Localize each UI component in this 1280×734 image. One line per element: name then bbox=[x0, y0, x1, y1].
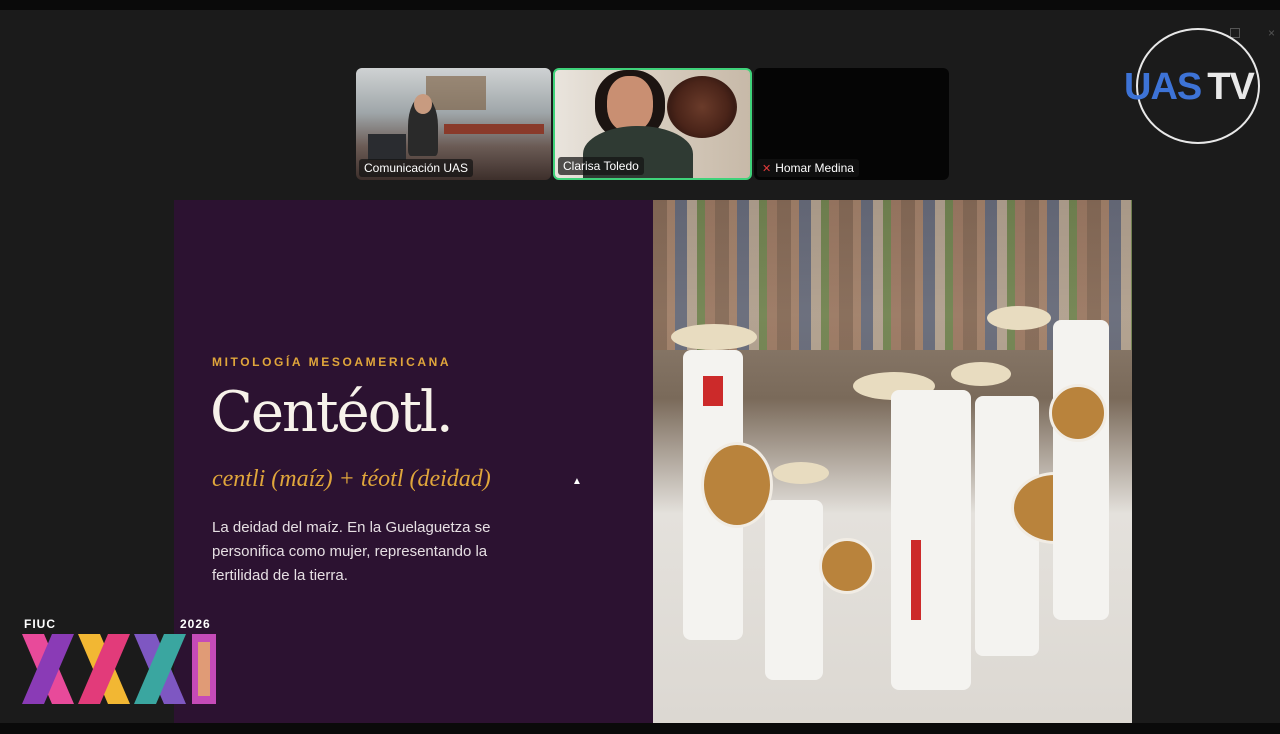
slide-text-panel bbox=[174, 200, 653, 723]
participant-head bbox=[414, 94, 432, 114]
mouse-cursor-icon: ▲ bbox=[572, 476, 582, 487]
dancer-figure bbox=[1053, 320, 1109, 620]
slide-subtitle: centli (maíz) + téotl (deidad) bbox=[212, 466, 491, 492]
mic-off-icon: ✕ bbox=[762, 163, 772, 175]
scarf-shape bbox=[911, 540, 921, 620]
desk-image bbox=[444, 124, 544, 134]
participant-name-label: Comunicación UAS bbox=[359, 159, 474, 177]
video-tile-homar-medina[interactable]: ✕ Homar Medina bbox=[754, 68, 949, 180]
slide-eyebrow: MITOLOGÍA MESOAMERICANA bbox=[212, 355, 452, 369]
drum-shape bbox=[701, 442, 773, 528]
participant-name-label: ✕ Homar Medina bbox=[757, 159, 859, 177]
hat-shape bbox=[671, 324, 757, 350]
guelaguetza-photo bbox=[653, 200, 1132, 723]
uastv-logo: UAS TV bbox=[1124, 66, 1255, 109]
event-logo-label: FIUC bbox=[24, 617, 56, 631]
video-tile-comunicacion-uas[interactable]: Comunicación UAS bbox=[356, 68, 551, 180]
child-dancer-figure bbox=[765, 500, 823, 680]
laptop-image bbox=[368, 134, 406, 160]
event-logo-year: 2026 bbox=[180, 617, 211, 631]
participant-name-label: Clarisa Toledo bbox=[558, 157, 644, 175]
close-icon[interactable]: × bbox=[1268, 27, 1278, 39]
hat-shape bbox=[951, 362, 1011, 386]
speaker-face bbox=[607, 76, 653, 132]
slide-title: Centéotl. bbox=[210, 380, 454, 445]
hat-shape bbox=[773, 462, 829, 484]
top-black-bar bbox=[0, 0, 1280, 10]
hat-shape bbox=[987, 306, 1051, 330]
bookshelf-image bbox=[426, 76, 486, 110]
slide-body: La deidad del maíz. En la Guelaguetza se… bbox=[212, 519, 491, 584]
scarf-shape bbox=[703, 376, 723, 406]
dancer-figure bbox=[891, 390, 971, 690]
logo-uas-text: UAS bbox=[1124, 66, 1202, 108]
bottom-black-bar bbox=[0, 723, 1280, 734]
fiuc-xxxi-logo bbox=[22, 634, 216, 704]
decorative-plate-image bbox=[667, 76, 737, 138]
participant-name-text: Homar Medina bbox=[775, 161, 854, 175]
logo-tv-text: TV bbox=[1207, 66, 1255, 108]
drum-shape bbox=[819, 538, 875, 594]
video-tile-clarisa-toledo[interactable]: Clarisa Toledo bbox=[553, 68, 752, 180]
drum-shape bbox=[1049, 384, 1107, 442]
